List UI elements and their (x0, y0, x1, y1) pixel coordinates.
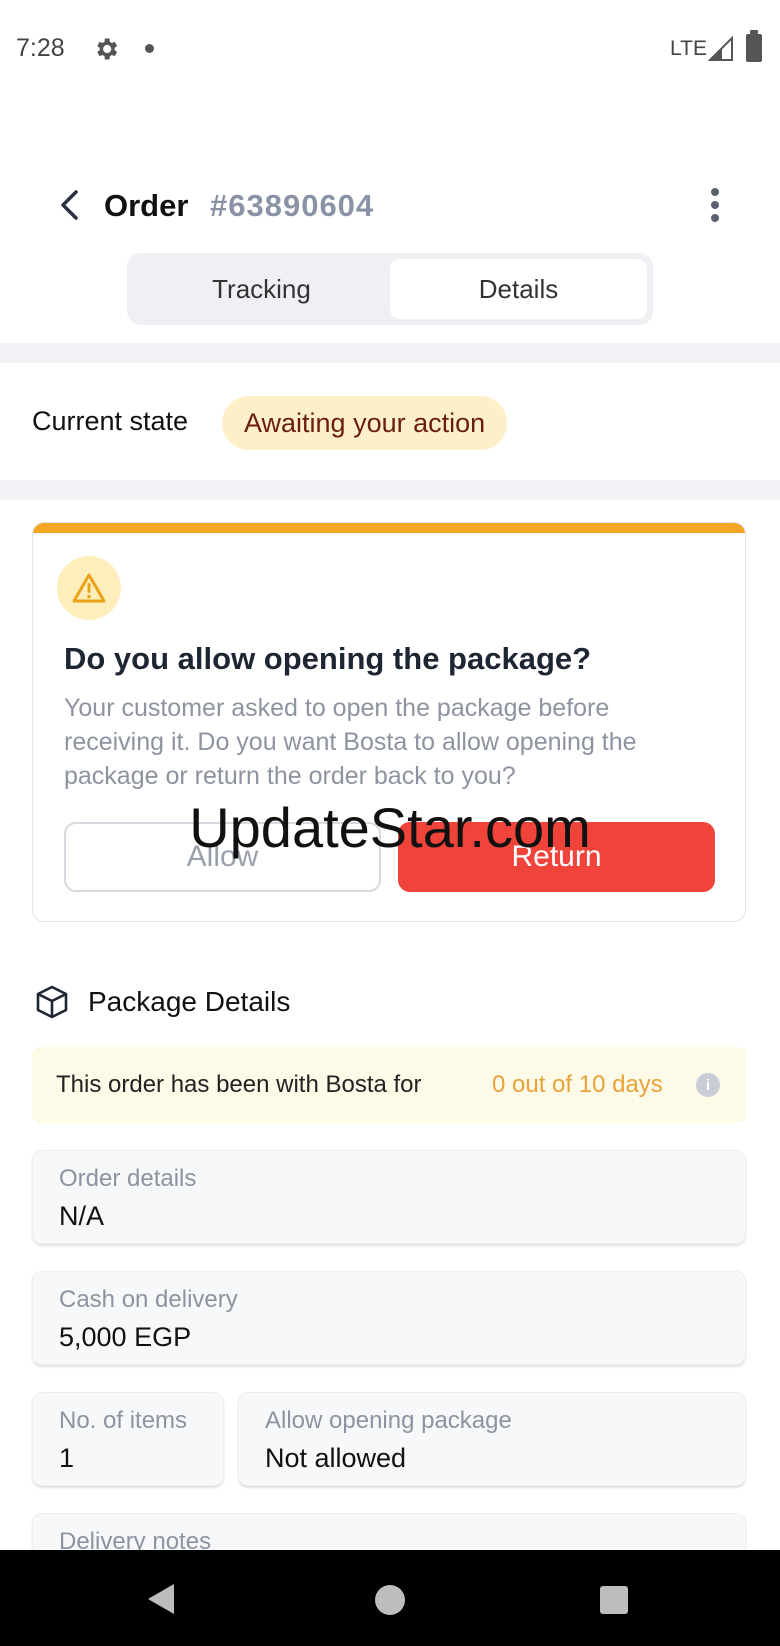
kebab-menu-icon (711, 188, 719, 196)
tab-tracking[interactable]: Tracking (133, 259, 390, 319)
warning-triangle-icon (72, 573, 106, 603)
divider (0, 480, 780, 500)
tab-details[interactable]: Details (390, 259, 647, 319)
kebab-dot (711, 214, 719, 222)
nav-back-icon[interactable] (148, 1584, 174, 1614)
status-time: 7:28 (16, 34, 65, 62)
no-of-items-field: No. of items 1 (32, 1392, 224, 1486)
order-details-field: Order details N/A (32, 1150, 746, 1244)
kebab-dot (711, 201, 719, 209)
divider (0, 343, 780, 363)
field-label: Cash on delivery (59, 1286, 238, 1313)
current-state-row: Current state Awaiting your action (0, 363, 780, 480)
nav-home-icon[interactable] (375, 1585, 405, 1615)
field-value: N/A (59, 1201, 105, 1231)
field-label: Allow opening package (265, 1407, 512, 1434)
system-navigation-bar (0, 1550, 780, 1646)
package-details-header: Package Details (34, 980, 290, 1024)
field-value: 1 (59, 1443, 75, 1473)
card-title: Do you allow opening the package? (64, 641, 592, 676)
card-accent-bar (33, 523, 745, 533)
allow-opening-package-field: Allow opening package Not allowed (238, 1392, 746, 1486)
return-button[interactable]: Return (398, 822, 715, 892)
field-value: Not allowed (265, 1443, 407, 1473)
back-button[interactable] (50, 185, 90, 225)
tab-switcher: Tracking Details (127, 253, 653, 325)
bosta-duration-info: This order has been with Bosta for 0 out… (32, 1047, 746, 1123)
cash-on-delivery-field: Cash on delivery 5,000 EGP (32, 1271, 746, 1365)
status-bar: 7:28 LTE (0, 0, 780, 100)
gear-icon (97, 38, 118, 60)
card-description: Your customer asked to open the package … (64, 694, 637, 790)
nav-recents-icon[interactable] (600, 1586, 628, 1614)
allow-button[interactable]: Allow (64, 822, 381, 892)
status-badge: Awaiting your action (222, 396, 508, 450)
chevron-left-icon (61, 190, 78, 220)
order-header: Order #63890604 (0, 170, 780, 240)
battery-icon (746, 30, 762, 62)
current-state-label: Current state (32, 406, 189, 436)
field-value: 5,000 EGP (59, 1322, 192, 1352)
network-type: LTE (670, 37, 707, 60)
open-package-card: Do you allow opening the package? Your c… (32, 522, 746, 922)
page-title: Order (104, 188, 189, 223)
signal-icon (708, 36, 733, 61)
more-options-button[interactable] (700, 182, 730, 228)
notification-dot-icon (145, 44, 154, 53)
info-icon[interactable]: i (696, 1073, 720, 1097)
package-details-title: Package Details (88, 986, 291, 1017)
field-label: Order details (59, 1165, 197, 1192)
field-label: No. of items (59, 1407, 188, 1434)
duration-text: This order has been with Bosta for (56, 1071, 422, 1098)
box-icon (36, 985, 68, 1019)
duration-days: 0 out of 10 days (492, 1071, 663, 1098)
warning-badge (57, 556, 121, 620)
order-number: #63890604 (210, 188, 375, 223)
